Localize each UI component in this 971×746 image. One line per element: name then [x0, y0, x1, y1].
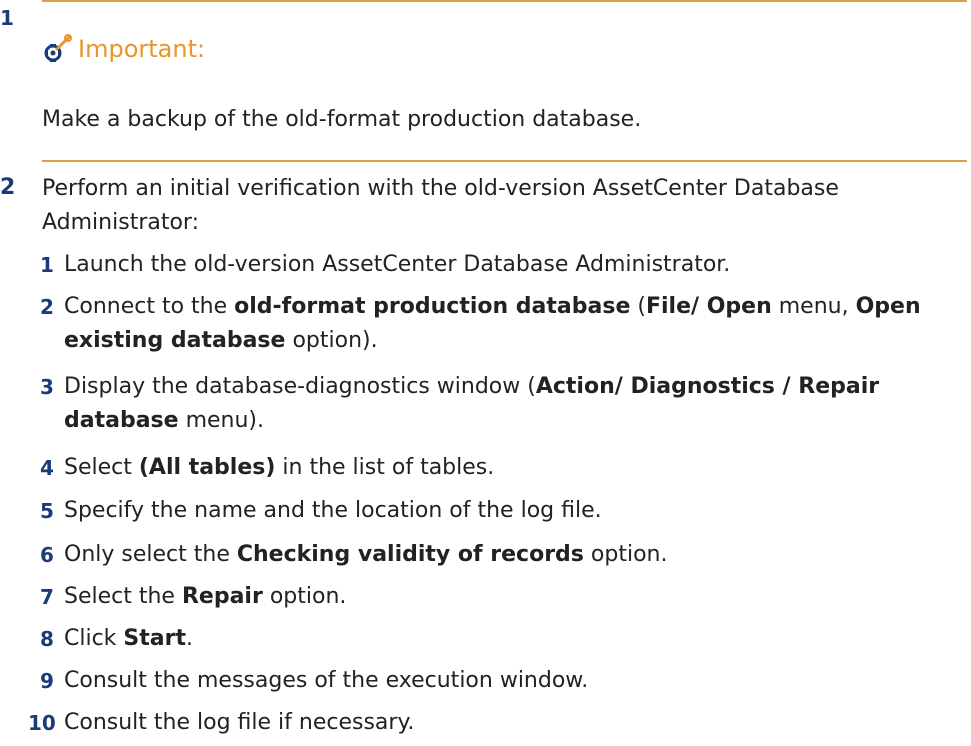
substep-number: 1 — [40, 253, 54, 277]
substep-text: Connect to the old-format production dat… — [64, 294, 921, 353]
substep-item: 5 Specify the name and the location of t… — [40, 494, 965, 538]
substep-text: Select (All tables) in the list of table… — [64, 455, 495, 480]
substep-item: 6 Only select the Checking validity of r… — [40, 538, 965, 580]
substep-text: Specify the name and the location of the… — [64, 498, 602, 523]
substep-number: 5 — [40, 499, 54, 523]
substep-list: 1 Launch the old-version AssetCenter Dat… — [28, 248, 965, 746]
substep-text: Consult the messages of the execution wi… — [64, 668, 589, 693]
substep-text: Click Start. — [64, 626, 193, 651]
substep-item: 10 Consult the log file if necessary. — [28, 706, 965, 746]
substep-number: 8 — [40, 627, 54, 651]
note-text: Make a backup of the old-format producti… — [42, 107, 642, 132]
substep-text: Consult the log file if necessary. — [64, 710, 415, 735]
substep-text: Launch the old-version AssetCenter Datab… — [64, 252, 731, 277]
wrench-gear-icon — [42, 34, 72, 64]
substep-number: 6 — [40, 543, 54, 567]
note-divider-top — [42, 0, 967, 2]
substep-item: 2 Connect to the old-format production d… — [40, 290, 965, 370]
substep-item: 3 Display the database-diagnostics windo… — [40, 370, 965, 451]
important-note-header: Important: — [42, 34, 205, 64]
substep-number: 10 — [28, 711, 56, 735]
substep-number: 4 — [40, 456, 54, 480]
step-number: 1 — [0, 6, 14, 30]
important-label: Important: — [78, 35, 206, 63]
substep-number: 3 — [40, 375, 54, 399]
substep-item: 1 Launch the old-version AssetCenter Dat… — [40, 248, 965, 290]
substep-text: Display the database-diagnostics window … — [64, 374, 880, 433]
substep-number: 2 — [40, 295, 54, 319]
substep-item: 7 Select the Repair option. — [40, 580, 965, 622]
note-divider-bottom — [42, 160, 967, 162]
substep-number: 7 — [40, 585, 54, 609]
step-text: Perform an initial verification with the… — [42, 176, 839, 235]
substep-text: Only select the Checking validity of rec… — [64, 542, 668, 567]
step-number: 2 — [0, 175, 16, 200]
substep-item: 4 Select (All tables) in the list of tab… — [40, 451, 965, 494]
substep-item: 8 Click Start. — [40, 622, 965, 664]
substep-text: Select the Repair option. — [64, 584, 347, 609]
substep-item: 9 Consult the messages of the execution … — [40, 664, 965, 706]
substep-number: 9 — [40, 669, 54, 693]
